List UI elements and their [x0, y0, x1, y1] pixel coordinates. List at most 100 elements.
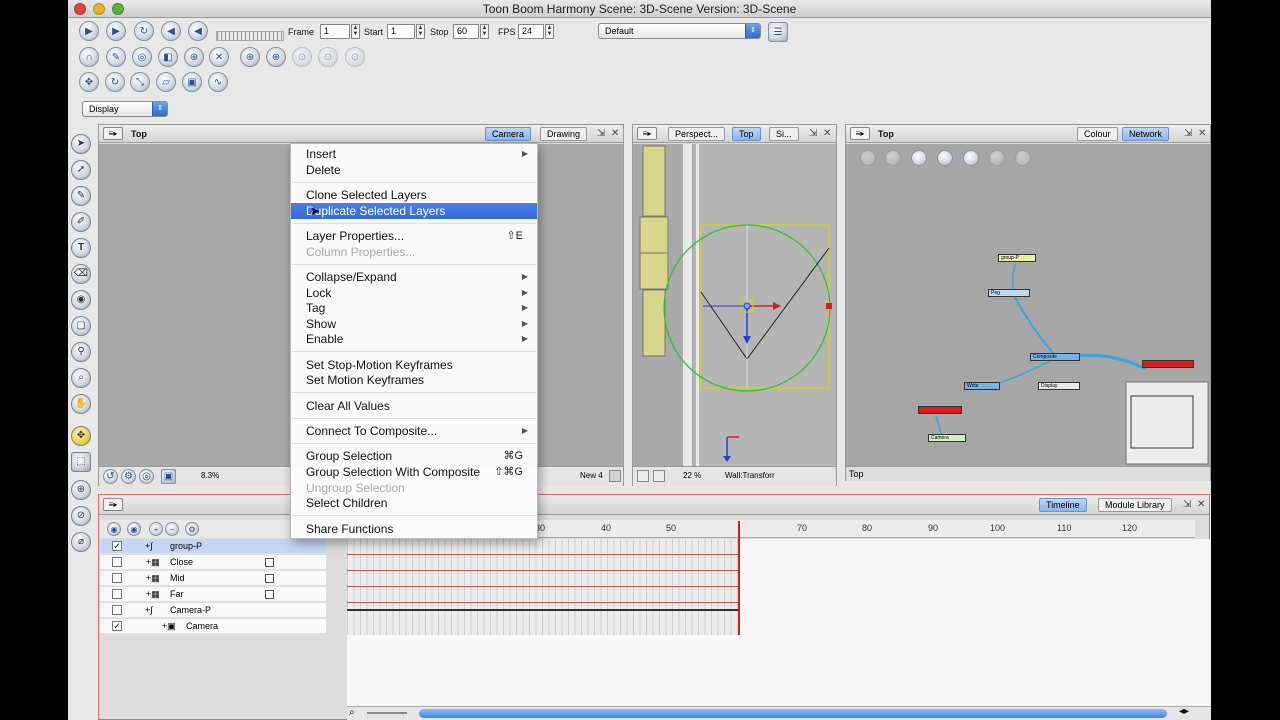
render-button[interactable]: ◎: [139, 469, 154, 484]
select-tool-button[interactable]: ➤: [71, 134, 91, 154]
add-drawing-button[interactable]: ⊕: [266, 47, 286, 67]
menu-item-clone-selected-layers[interactable]: Clone Selected Layers: [291, 187, 537, 203]
layer-color-swatch[interactable]: [265, 590, 274, 599]
layer-row-mid[interactable]: +▦ Mid: [100, 571, 326, 586]
node-camera[interactable]: Camera: [928, 434, 966, 442]
frame-icon[interactable]: [637, 470, 649, 482]
menu-item-column-properties[interactable]: Column Properties...: [291, 244, 537, 260]
layer-row-close[interactable]: +▦ Close: [100, 555, 326, 570]
tab-top[interactable]: Top: [732, 127, 761, 141]
menu-item-group-selection[interactable]: Group Selection ⌘G: [291, 448, 537, 464]
tab-drawing[interactable]: Drawing: [540, 127, 588, 141]
display-select[interactable]: Display ⇕: [82, 101, 168, 117]
gear-icon[interactable]: ⚙: [185, 522, 199, 536]
minimize-window-button[interactable]: [93, 3, 105, 15]
layer-enable-checkbox[interactable]: [112, 573, 122, 583]
tab-camera[interactable]: Camera: [485, 127, 532, 141]
ease-button[interactable]: ⊙: [292, 47, 312, 67]
cutter-tool-button[interactable]: ⌀: [71, 532, 91, 552]
light-table-button[interactable]: ◧: [158, 47, 178, 67]
fps-stepper[interactable]: ▲ ▼: [545, 24, 554, 39]
view-menu-button[interactable]: ≡▸: [103, 127, 123, 140]
layer-enable-checkbox[interactable]: ✓: [112, 541, 122, 551]
tab-colour[interactable]: Colour: [1077, 127, 1118, 141]
safe-area-button[interactable]: ▣: [161, 469, 176, 484]
layer-enable-checkbox[interactable]: [112, 557, 122, 567]
dropper-tool-button[interactable]: ⚲: [71, 342, 91, 362]
fps-field[interactable]: 24: [518, 24, 544, 39]
panel-menu-icon[interactable]: ⇲: [1184, 128, 1192, 139]
eraser-tool-button[interactable]: ⌫: [71, 264, 91, 284]
zoom-window-button[interactable]: [112, 3, 124, 15]
close-panel-icon[interactable]: ✕: [1198, 128, 1206, 139]
rotate-tool-button[interactable]: ↻: [105, 72, 125, 92]
close-panel-icon[interactable]: ✕: [1197, 499, 1205, 510]
view-menu-button[interactable]: ≡▸: [103, 498, 123, 511]
magnet-tool-button[interactable]: ∩: [79, 47, 99, 67]
show-icon[interactable]: ◉: [107, 522, 121, 536]
node-display[interactable]: Display: [1038, 382, 1080, 390]
view-menu-button[interactable]: ≡▸: [637, 127, 657, 140]
playhead[interactable]: [738, 521, 740, 635]
play-range-button[interactable]: ▶: [106, 21, 126, 41]
translate-tool-button[interactable]: ✥: [79, 72, 99, 92]
reset-view-button[interactable]: ↺: [103, 469, 118, 484]
menu-item-delete[interactable]: Delete: [291, 162, 537, 178]
brush-tool-button[interactable]: ✎: [71, 186, 91, 206]
menu-item-ungroup-selection[interactable]: Ungroup Selection: [291, 480, 537, 496]
menu-item-enable[interactable]: Enable ▶: [291, 331, 537, 347]
tab-perspective[interactable]: Perspect...: [668, 127, 726, 141]
tab-timeline[interactable]: Timeline: [1039, 498, 1087, 512]
start-stepper[interactable]: ▲ ▼: [416, 24, 425, 39]
panel-menu-icon[interactable]: ⇲: [1183, 499, 1191, 510]
pencil-tool-button[interactable]: ✎: [106, 47, 126, 67]
shift-trace-button[interactable]: ⊕: [184, 47, 204, 67]
layer-row-group-p[interactable]: ✓ +∫ group-P: [100, 539, 326, 554]
clear-button[interactable]: ⊙: [345, 47, 365, 67]
menu-item-group-selection-with-composite[interactable]: Group Selection With Composite ⇧⌘G: [291, 464, 537, 480]
menu-item-lock[interactable]: Lock ▶: [291, 285, 537, 301]
settings-icon[interactable]: [653, 470, 665, 482]
layer-color-swatch[interactable]: [265, 558, 274, 567]
node-red-element-2[interactable]: [1142, 360, 1194, 368]
menu-item-share-functions[interactable]: Share Functions: [291, 521, 537, 537]
add-keyframe-button[interactable]: ⊕: [240, 47, 260, 67]
layer-row-camera-p[interactable]: +∫ Camera-P: [100, 603, 326, 618]
node-peg[interactable]: Peg: [988, 289, 1030, 297]
remove-layer-icon[interactable]: −: [165, 522, 179, 536]
layer-color-swatch[interactable]: [265, 574, 274, 583]
layer-enable-checkbox[interactable]: ✓: [112, 621, 122, 631]
hand-tool-button[interactable]: ✋: [71, 394, 91, 414]
paint-tool-button[interactable]: ◉: [71, 290, 91, 310]
play-button[interactable]: ▶: [79, 21, 99, 41]
tab-side[interactable]: Si...: [769, 127, 799, 141]
node-group-p[interactable]: group-P: [998, 254, 1036, 262]
workspace-manager-button[interactable]: ☰: [768, 22, 788, 42]
color-swatch[interactable]: [609, 470, 621, 482]
frame-field[interactable]: 1: [320, 24, 350, 39]
workspace-select[interactable]: Default ⇕: [598, 23, 761, 39]
node-red-element[interactable]: [918, 406, 962, 414]
tab-network[interactable]: Network: [1122, 127, 1170, 141]
menu-item-set-stop-motion-keyframes[interactable]: Set Stop-Motion Keyframes: [291, 357, 537, 373]
menu-item-set-motion-keyframes[interactable]: Set Motion Keyframes: [291, 372, 537, 388]
top-view-viewport[interactable]: [633, 144, 836, 466]
scroll-arrows-icon[interactable]: ◂▸: [1179, 706, 1189, 717]
tab-module-library[interactable]: Module Library: [1098, 498, 1172, 512]
skew-tool-button[interactable]: ▱: [156, 72, 176, 92]
maintain-size-button[interactable]: ▣: [182, 72, 202, 92]
menu-item-connect-to-composite[interactable]: Connect To Composite... ▶: [291, 423, 537, 439]
menu-item-clear-all-values[interactable]: Clear All Values: [291, 398, 537, 414]
node-composite[interactable]: Composite: [1030, 353, 1080, 361]
pivot-tool-button[interactable]: ⊕: [71, 480, 91, 500]
settings-button[interactable]: ⚙: [121, 469, 136, 484]
cancel-trace-button[interactable]: ✕: [209, 47, 229, 67]
menu-item-collapse-expand[interactable]: Collapse/Expand ▶: [291, 269, 537, 285]
onion-skin-button[interactable]: ◎: [132, 47, 152, 67]
panel-menu-icon[interactable]: ⇲: [809, 128, 817, 139]
scale-tool-button[interactable]: ⤡: [130, 72, 150, 92]
sound-scrubber[interactable]: [216, 31, 284, 41]
pencil-draw-button[interactable]: ✐: [71, 212, 91, 232]
frame-stepper[interactable]: ▲ ▼: [351, 24, 360, 39]
morph-tool-button[interactable]: ⊘: [71, 506, 91, 526]
